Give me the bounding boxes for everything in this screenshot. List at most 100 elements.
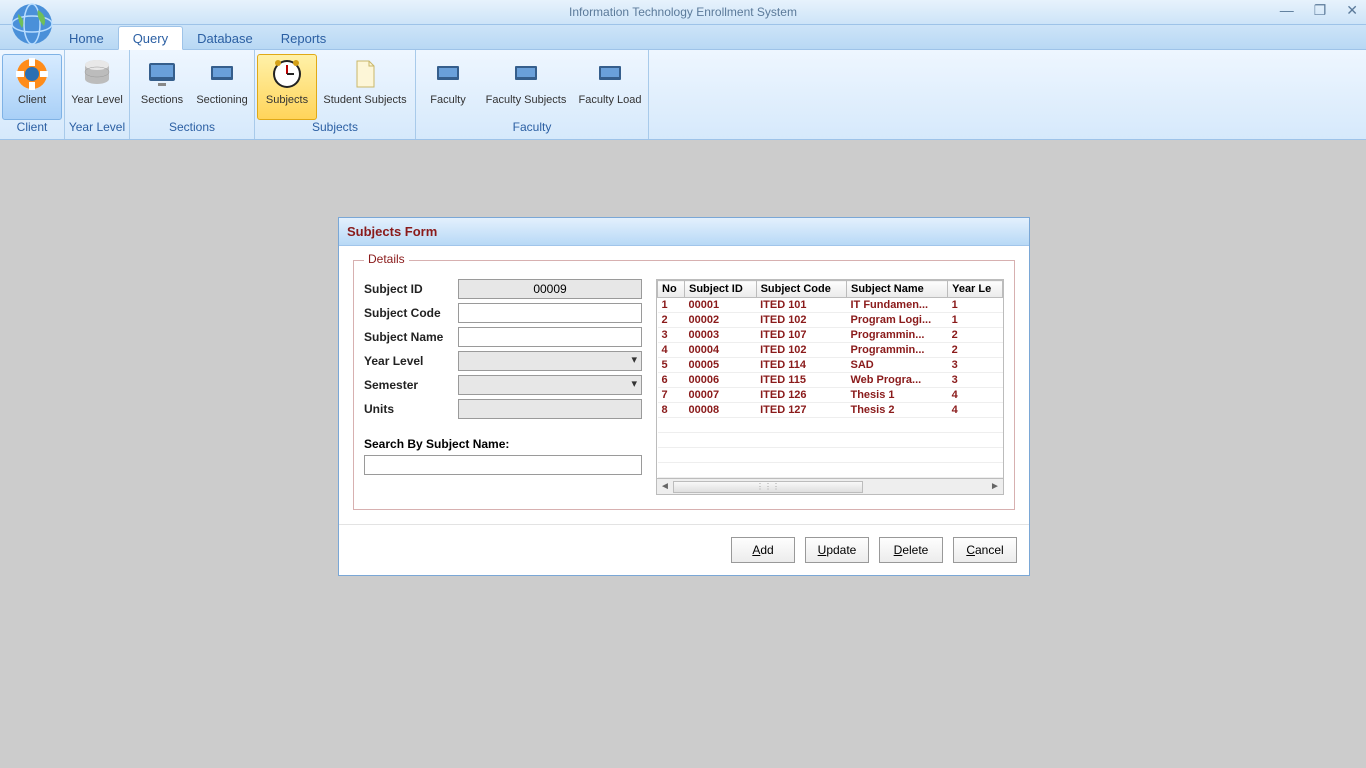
sections-button[interactable]: Sections — [132, 54, 192, 120]
group-yearlevel-label: Year Level — [65, 120, 129, 137]
table-row[interactable]: 200002ITED 102Program Logi...1 — [658, 313, 1003, 328]
year-level-label: Year Level — [364, 354, 458, 368]
database-icon — [80, 57, 114, 91]
tab-query[interactable]: Query — [118, 26, 183, 50]
faculty-label: Faculty — [430, 94, 465, 106]
cell: Program Logi... — [846, 313, 947, 328]
table-row[interactable]: 500005ITED 114SAD3 — [658, 358, 1003, 373]
subject-code-input[interactable] — [458, 303, 642, 323]
faculty-load-button[interactable]: Faculty Load — [574, 54, 646, 120]
faculty-button[interactable]: Faculty — [418, 54, 478, 120]
col-subject-code[interactable]: Subject Code — [756, 281, 846, 298]
col-subject-id[interactable]: Subject ID — [684, 281, 756, 298]
scroll-thumb[interactable]: ⋮⋮⋮ — [673, 481, 863, 493]
details-legend: Details — [364, 252, 409, 266]
scroll-right-icon[interactable]: ► — [987, 481, 1003, 492]
units-field — [458, 399, 642, 419]
titlebar: Information Technology Enrollment System… — [0, 0, 1366, 25]
search-input[interactable] — [364, 455, 642, 475]
subjects-button[interactable]: Subjects — [257, 54, 317, 120]
group-subjects: Subjects Student Subjects Subjects — [255, 50, 416, 139]
group-client-label: Client — [0, 120, 64, 137]
delete-button[interactable]: Delete — [879, 537, 943, 563]
cell: 3 — [658, 328, 685, 343]
cell: 00005 — [684, 358, 756, 373]
col-year-level[interactable]: Year Le — [948, 281, 1003, 298]
semester-select[interactable] — [458, 375, 642, 395]
faculty-subjects-label: Faculty Subjects — [486, 94, 567, 106]
student-subjects-button[interactable]: Student Subjects — [317, 54, 413, 120]
cell: ITED 127 — [756, 403, 846, 418]
group-subjects-label: Subjects — [255, 120, 415, 137]
close-button[interactable]: ✕ — [1346, 2, 1358, 19]
form-footer: Add Update Delete Cancel — [339, 524, 1029, 575]
minimize-button[interactable]: — — [1280, 2, 1294, 19]
cell: Programmin... — [846, 328, 947, 343]
group-sections: Sections Sectioning Sections — [130, 50, 255, 139]
subject-id-label: Subject ID — [364, 282, 458, 296]
table-row[interactable]: 800008ITED 127Thesis 24 — [658, 403, 1003, 418]
grid-hscroll[interactable]: ◄ ⋮⋮⋮ ► — [657, 478, 1003, 494]
semester-label: Semester — [364, 378, 458, 392]
student-subjects-label: Student Subjects — [323, 94, 406, 106]
subjects-label: Subjects — [266, 94, 308, 106]
cell: 4 — [948, 403, 1003, 418]
client-label: Client — [18, 94, 46, 106]
sectioning-label: Sectioning — [196, 94, 247, 106]
table-row[interactable]: 100001ITED 101IT Fundamen...1 — [658, 298, 1003, 313]
cell: 1 — [658, 298, 685, 313]
table-row[interactable]: 300003ITED 107Programmin...2 — [658, 328, 1003, 343]
lifesaver-icon — [15, 57, 49, 91]
update-button[interactable]: Update — [805, 537, 869, 563]
add-text: dd — [760, 543, 773, 557]
add-button[interactable]: Add — [731, 537, 795, 563]
subject-id-field: 00009 — [458, 279, 642, 299]
tab-database[interactable]: Database — [183, 27, 267, 49]
group-faculty: Faculty Faculty Subjects Faculty Load Fa… — [416, 50, 649, 139]
col-no[interactable]: No — [658, 281, 685, 298]
cell: ITED 114 — [756, 358, 846, 373]
table-row-empty — [658, 448, 1003, 463]
cancel-button[interactable]: Cancel — [953, 537, 1017, 563]
cell: 5 — [658, 358, 685, 373]
update-text: pdate — [826, 543, 856, 557]
subjects-grid[interactable]: No Subject ID Subject Code Subject Name … — [656, 279, 1004, 495]
form-title: Subjects Form — [339, 218, 1029, 246]
cell: ITED 115 — [756, 373, 846, 388]
cell: 1 — [948, 313, 1003, 328]
year-level-select[interactable] — [458, 351, 642, 371]
tab-reports[interactable]: Reports — [267, 27, 341, 49]
group-faculty-label: Faculty — [416, 120, 648, 137]
scroll-left-icon[interactable]: ◄ — [657, 481, 673, 492]
app-icon[interactable] — [8, 0, 56, 48]
faculty-subjects-button[interactable]: Faculty Subjects — [478, 54, 574, 120]
col-subject-name[interactable]: Subject Name — [846, 281, 947, 298]
yearlevel-button[interactable]: Year Level — [67, 54, 127, 120]
maximize-button[interactable]: ❐ — [1314, 2, 1327, 19]
subject-name-input[interactable] — [458, 327, 642, 347]
cell: 1 — [948, 298, 1003, 313]
sections-label: Sections — [141, 94, 183, 106]
cell: 3 — [948, 373, 1003, 388]
cell: Web Progra... — [846, 373, 947, 388]
cell: 00004 — [684, 343, 756, 358]
table-row[interactable]: 400004ITED 102Programmin...2 — [658, 343, 1003, 358]
sectioning-button[interactable]: Sectioning — [192, 54, 252, 120]
table-row[interactable]: 700007ITED 126Thesis 14 — [658, 388, 1003, 403]
client-button[interactable]: Client — [2, 54, 62, 120]
subjects-form-window: Subjects Form Details Subject ID 00009 S… — [338, 217, 1030, 576]
subject-code-label: Subject Code — [364, 306, 458, 320]
cell: 2 — [948, 343, 1003, 358]
cell: ITED 101 — [756, 298, 846, 313]
table-row-empty — [658, 433, 1003, 448]
cell: 00006 — [684, 373, 756, 388]
cell: ITED 102 — [756, 313, 846, 328]
cell: 2 — [948, 328, 1003, 343]
details-group: Details Subject ID 00009 Subject Code Su… — [353, 260, 1015, 510]
tab-home[interactable]: Home — [55, 27, 118, 49]
cell: Thesis 2 — [846, 403, 947, 418]
cell: 8 — [658, 403, 685, 418]
window-title: Information Technology Enrollment System — [0, 5, 1366, 19]
table-row[interactable]: 600006ITED 115Web Progra...3 — [658, 373, 1003, 388]
monitor-icon — [593, 57, 627, 91]
